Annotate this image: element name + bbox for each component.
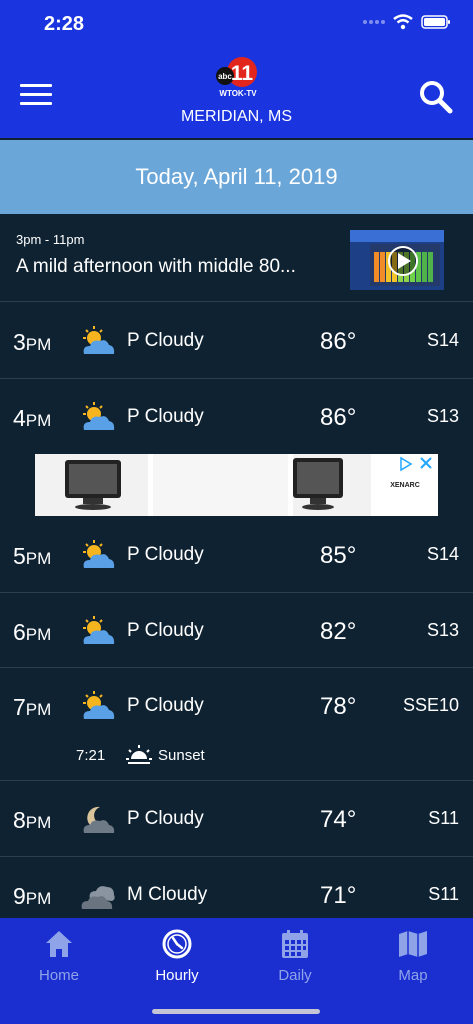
ad-close-icon [420,457,432,469]
battery-icon [421,15,450,29]
tab-home[interactable]: Home [0,928,118,984]
wind: S14 [426,544,459,564]
sunset-time: 7:21 [76,747,106,764]
sunset-icon [126,745,152,764]
hour-row: 9PM M Cloudy 71° S11 [0,857,473,919]
hour-label: 9PM [13,883,52,909]
partly-cloudy-icon [83,540,115,568]
mostly-cloudy-icon [81,886,115,909]
app-header: 2:28 abc 11 WTOK-TV MERIDIAN, MS [0,0,473,138]
condition-text: P Cloudy [127,808,204,829]
ad-brand: XENARC [390,482,420,489]
wifi-icon [393,14,413,30]
wind: S13 [426,406,459,426]
temperature: 86° [320,404,357,431]
wind: S14 [426,330,459,350]
partly-cloudy-icon [83,691,115,719]
signal-icon [363,20,385,24]
calendar-icon [282,930,308,958]
tab-label: Home [38,967,79,984]
wind: S11 [428,884,459,904]
temperature: 74° [320,806,357,833]
station-logo: abc 11 WTOK-TV [208,56,268,98]
wind: S11 [428,808,459,828]
partly-cloudy-icon [83,616,115,644]
condition-text: P Cloudy [127,406,204,427]
home-icon [46,931,72,957]
hour-label: 7PM [13,694,52,720]
hour-row: 7PM P Cloudy 78° SSE10 7:21 Sunset [0,668,473,781]
status-time: 2:28 [44,13,85,35]
hour-label: 6PM [13,619,52,645]
hour-label: 5PM [13,543,52,569]
hour-row: 6PM P Cloudy 82° S13 [0,593,473,668]
wind: S13 [426,620,459,640]
tab-label: Hourly [155,967,199,984]
forecast-summary[interactable]: 3pm - 11pm A mild afternoon with middle … [0,214,473,302]
hour-label: 8PM [13,807,52,833]
tab-daily[interactable]: Daily [236,928,354,984]
tab-label: Daily [278,967,312,984]
condition-text: M Cloudy [127,884,208,905]
map-icon [399,931,427,957]
summary-time-range: 3pm - 11pm [16,232,85,247]
home-indicator [152,1009,320,1014]
summary-text: A mild afternoon with middle 80... [16,256,296,277]
condition-text: P Cloudy [127,620,204,641]
sunset-label: Sunset [158,747,205,764]
menu-icon [20,84,52,87]
ad-banner[interactable]: XENARC [35,454,438,516]
status-icons [363,14,451,30]
hour-row: 3PM P Cloudy 86° S14 [0,303,473,379]
hour-label: 3PM [13,329,52,355]
hour-row: 8PM P Cloudy 74° S11 [0,781,473,857]
menu-button[interactable] [20,84,52,108]
svg-text:WTOK-TV: WTOK-TV [219,89,257,98]
wind: SSE10 [402,695,459,715]
tab-label: Map [398,967,428,984]
condition-text: P Cloudy [127,695,204,716]
temperature: 85° [320,542,357,569]
temperature: 82° [320,618,357,645]
temperature: 86° [320,328,357,355]
condition-text: P Cloudy [127,544,204,565]
hour-row: 5PM P Cloudy 85° S14 [0,517,473,593]
clock-icon [162,929,192,959]
tab-hourly[interactable]: Hourly [118,928,236,984]
hour-label: 4PM [13,405,52,431]
tab-map[interactable]: Map [354,928,472,984]
moon-cloudy-icon [83,806,115,833]
temperature: 78° [320,693,357,720]
condition-text: P Cloudy [127,330,204,351]
svg-text:11: 11 [231,62,254,85]
partly-cloudy-icon [83,326,115,354]
temperature: 71° [320,882,357,909]
search-icon [420,81,453,114]
video-thumbnail[interactable] [350,230,444,290]
hour-row: 4PM P Cloudy 86° S13 [0,379,473,454]
search-button[interactable] [419,80,453,114]
adchoices-icon [400,456,413,472]
partly-cloudy-icon [83,402,115,430]
date-banner: Today, April 11, 2019 [0,140,473,214]
location-label: MERIDIAN, MS [180,108,293,125]
